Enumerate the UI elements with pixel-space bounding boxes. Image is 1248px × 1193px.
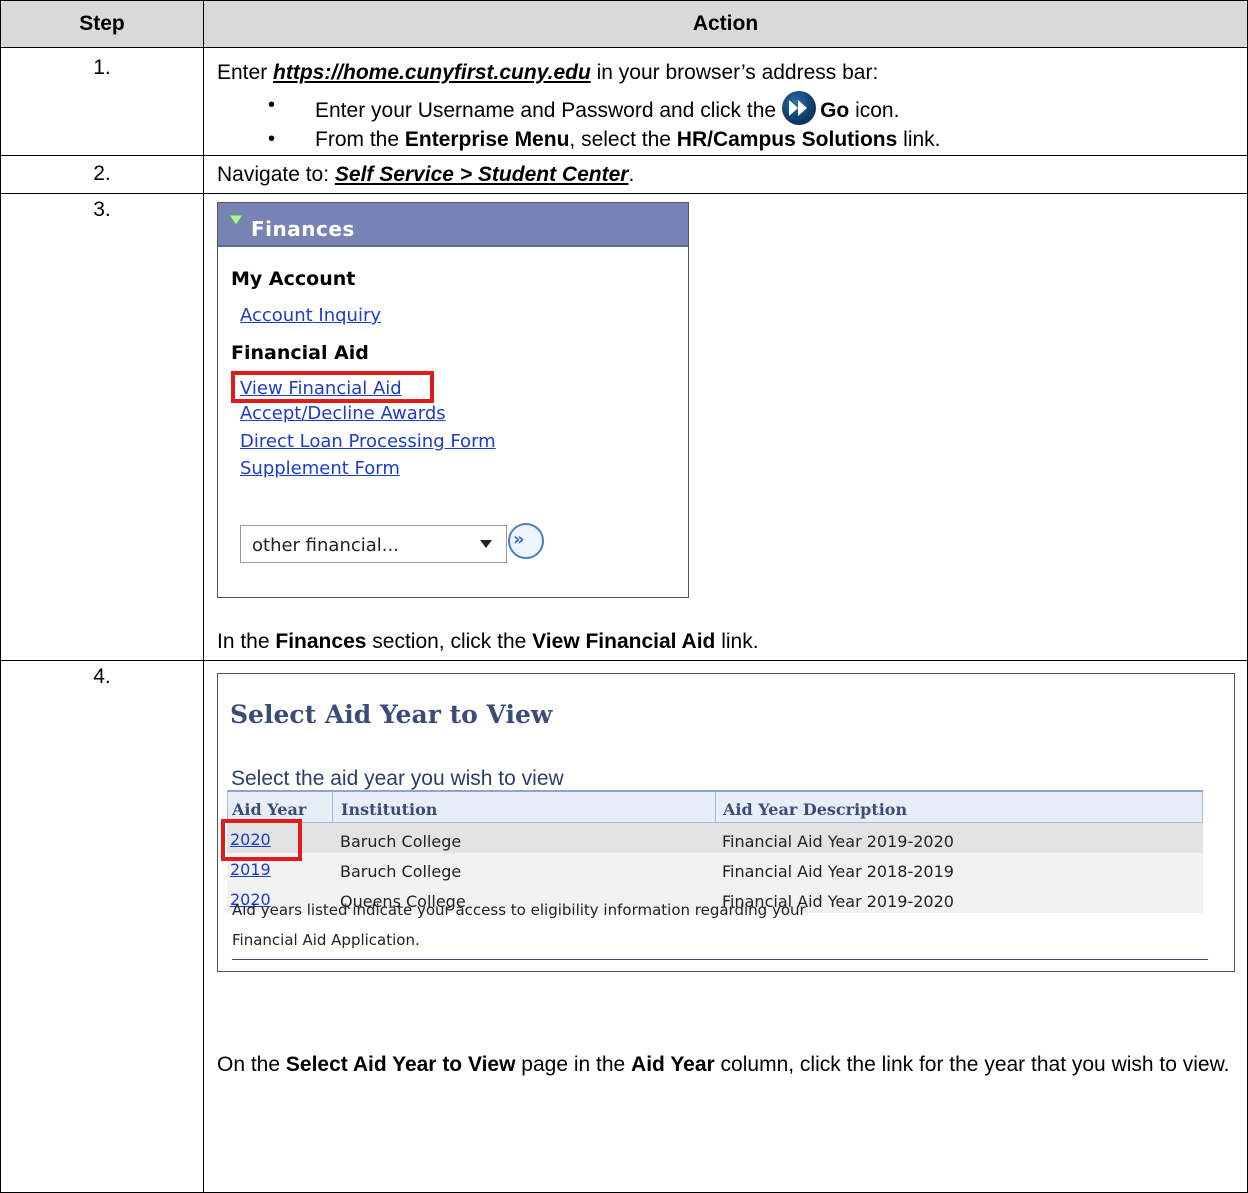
text: Enterprise Menu: [404, 128, 570, 151]
url-text: https://home.cunyfirst.cuny.edu: [273, 61, 591, 84]
step-action: Navigate to: Self Service > Student Cent…: [203, 155, 1248, 194]
institution-cell: Baruch College: [340, 862, 462, 881]
procedure-table: Step Action 1. Enter https://home.cunyfi…: [0, 0, 1248, 1193]
step-number: 3.: [0, 193, 204, 661]
text: column, click the link for the year that…: [714, 1053, 1230, 1076]
expand-triangle-icon: [228, 214, 244, 226]
text: in your browser’s address bar:: [590, 61, 879, 84]
finances-header[interactable]: Finances: [218, 203, 688, 247]
chevron-down-icon: [480, 540, 492, 548]
accept-decline-link[interactable]: Accept/Decline Awards: [240, 401, 446, 426]
column-divider: [332, 792, 333, 822]
header-action: Action: [203, 0, 1248, 48]
section-my-account: My Account: [231, 268, 356, 290]
step-number: 4.: [0, 660, 204, 1193]
grid-subtitle: Select the aid year you wish to view: [231, 767, 564, 790]
text: Finances: [275, 630, 367, 653]
text: icon.: [849, 99, 900, 122]
institution-cell: Baruch College: [340, 832, 462, 851]
text: page in the: [515, 1053, 632, 1076]
table-row: 2019 Baruch College Financial Aid Year 2…: [227, 853, 1203, 883]
select-value: other financial...: [252, 535, 399, 556]
note-line: Aid years listed indicate your access to…: [232, 901, 806, 919]
text: View Financial Aid: [532, 630, 716, 653]
text: link.: [897, 128, 941, 151]
nav-path: Self Service > Student Center: [334, 163, 629, 186]
step-action: Enter https://home.cunyfirst.cuny.edu in…: [203, 47, 1248, 156]
column-header: Institution: [341, 800, 438, 819]
text: Enter: [217, 61, 274, 84]
step-number: 2.: [0, 155, 204, 194]
finances-panel: Finances My Account Account Inquiry Fina…: [217, 202, 689, 598]
bullet-item: From the Enterprise Menu, select the HR/…: [268, 125, 1247, 154]
highlight-box: [231, 371, 434, 403]
step-action: Select Aid Year to View Select the aid y…: [203, 660, 1248, 1193]
text: Enter your Username and Password and cli…: [315, 99, 777, 122]
text: Navigate to:: [217, 163, 335, 186]
text: Aid Year: [631, 1053, 715, 1076]
page-title: Select Aid Year to View: [230, 700, 553, 729]
text: section, click the: [366, 630, 533, 653]
table-row: 2020 Baruch College Financial Aid Year 2…: [227, 823, 1203, 853]
description-cell: Financial Aid Year 2019-2020: [722, 832, 954, 851]
text: .: [628, 163, 635, 186]
step-number: 1.: [0, 47, 204, 156]
text: In the: [217, 630, 276, 653]
account-inquiry-link[interactable]: Account Inquiry: [240, 303, 381, 328]
other-financial-select[interactable]: other financial...: [240, 525, 507, 563]
text: Go: [820, 99, 850, 122]
step-row-2: 2. Navigate to: Self Service > Student C…: [0, 155, 1248, 194]
grid-header-row: Aid Year Institution Aid Year Descriptio…: [227, 792, 1203, 823]
step-row-1: 1. Enter https://home.cunyfirst.cuny.edu…: [0, 47, 1248, 156]
step-row-4: 4. Select Aid Year to View Select the ai…: [0, 660, 1248, 1193]
step-action: Finances My Account Account Inquiry Fina…: [203, 193, 1248, 661]
header-row: Step Action: [0, 0, 1248, 48]
header-step: Step: [0, 0, 204, 48]
text: HR/Campus Solutions: [676, 128, 898, 151]
finances-title: Finances: [251, 217, 355, 241]
text: From the: [315, 128, 405, 151]
note-line: Financial Aid Application.: [232, 931, 420, 949]
column-divider: [715, 792, 716, 822]
aid-year-panel: Select Aid Year to View Select the aid y…: [217, 673, 1235, 972]
supplement-form-link[interactable]: Supplement Form: [240, 456, 400, 481]
go-icon: [782, 91, 817, 125]
section-financial-aid: Financial Aid: [231, 342, 369, 364]
aid-year-grid: Aid Year Institution Aid Year Descriptio…: [227, 790, 1203, 913]
text: Select Aid Year to View: [285, 1053, 516, 1076]
step-row-3: 3. Finances My Account Account Inquiry F…: [0, 193, 1248, 661]
go-button[interactable]: »: [508, 523, 544, 559]
direct-loan-link[interactable]: Direct Loan Processing Form: [240, 429, 496, 454]
column-header: Aid Year Description: [723, 800, 908, 819]
text: link.: [715, 630, 759, 653]
text: On the: [217, 1053, 286, 1076]
divider: [232, 959, 1208, 960]
description-cell: Financial Aid Year 2018-2019: [722, 862, 954, 881]
text: , select the: [569, 128, 677, 151]
highlight-box: [221, 819, 302, 861]
bullet-item: Enter your Username and Password and cli…: [268, 91, 1247, 125]
double-chevron-icon: »: [513, 529, 525, 550]
